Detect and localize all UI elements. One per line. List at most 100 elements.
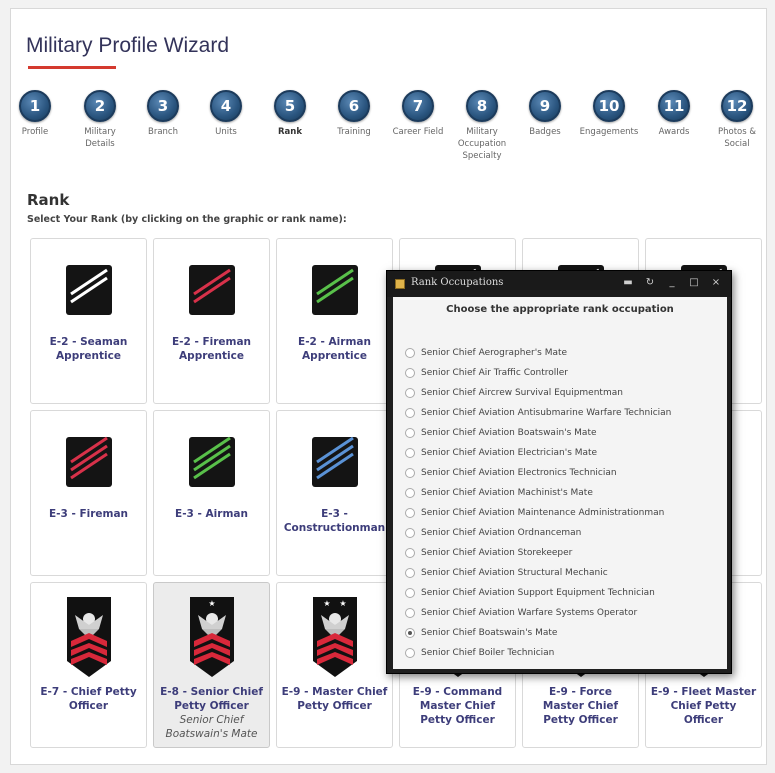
- rank-name[interactable]: E-8 - Senior Chief Petty Officer Senior C…: [158, 685, 265, 741]
- three-stripes-blue-icon[interactable]: [311, 436, 359, 488]
- step-4[interactable]: 4 Units: [195, 90, 257, 138]
- occupation-option[interactable]: Senior Chief Aviation Electronics Techni…: [405, 463, 671, 483]
- step-label: Rank: [278, 127, 302, 137]
- three-stripes-green-icon[interactable]: [188, 436, 236, 488]
- occupation-label: Senior Chief Aviation Machinist's Mate: [421, 488, 593, 498]
- radio-button[interactable]: [405, 608, 415, 618]
- occupation-option[interactable]: Senior Chief Aerographer's Mate: [405, 343, 671, 363]
- two-stripes-green-icon[interactable]: [311, 264, 359, 316]
- occupation-option[interactable]: Senior Chief Boiler Technician: [405, 643, 671, 663]
- occupation-option[interactable]: Senior Chief Aviation Warfare Systems Op…: [405, 603, 671, 623]
- occupation-option[interactable]: Senior Chief Boatswain's Mate: [405, 623, 671, 643]
- three-stripes-red-icon[interactable]: [65, 436, 113, 488]
- occupation-option[interactable]: Senior Chief Aviation Structural Mechani…: [405, 563, 671, 583]
- step-10[interactable]: 10 Engagements: [578, 90, 640, 138]
- rank-name[interactable]: E-2 - Fireman Apprentice: [158, 335, 265, 363]
- rank-tile[interactable]: ★ ★ E-9 - Master Chief Petty Officer: [276, 582, 393, 748]
- rank-tile[interactable]: ★ E-8 - Senior Chief Petty Officer Senior …: [153, 582, 270, 748]
- rank-name[interactable]: E-3 - Airman: [158, 507, 265, 521]
- radio-button[interactable]: [405, 468, 415, 478]
- occupation-label: Senior Chief Aviation Storekeeper: [421, 548, 573, 558]
- rank-tile[interactable]: E-2 - Seaman Apprentice: [30, 238, 147, 404]
- radio-button[interactable]: [405, 628, 415, 638]
- svg-text:★: ★: [323, 599, 330, 608]
- rank-name[interactable]: E-2 - Seaman Apprentice: [35, 335, 142, 363]
- occupation-list: Senior Chief Aerographer's Mate Senior Ch…: [405, 343, 671, 663]
- radio-button[interactable]: [405, 408, 415, 418]
- step-2[interactable]: 2 Military Details: [69, 90, 131, 150]
- occupation-option[interactable]: Senior Chief Aviation Support Equipment …: [405, 583, 671, 603]
- radio-button[interactable]: [405, 488, 415, 498]
- rank-name[interactable]: E-9 - Force Master Chief Petty Officer: [527, 685, 634, 727]
- step-9[interactable]: 9 Badges: [514, 90, 576, 138]
- radio-button[interactable]: [405, 368, 415, 378]
- eagle-chevrons-star-icon[interactable]: ★: [188, 595, 236, 679]
- close-icon[interactable]: ×: [709, 276, 723, 290]
- refresh-icon[interactable]: ↻: [643, 276, 657, 290]
- menu-icon[interactable]: ▬: [621, 276, 635, 290]
- radio-button[interactable]: [405, 428, 415, 438]
- eagle-chevrons-two-stars-icon[interactable]: ★ ★: [311, 595, 359, 679]
- occupation-option[interactable]: Senior Chief Aviation Maintenance Admini…: [405, 503, 671, 523]
- rank-tile[interactable]: E-7 - Chief Petty Officer: [30, 582, 147, 748]
- radio-button[interactable]: [405, 568, 415, 578]
- minimize-icon[interactable]: _: [665, 276, 679, 290]
- rank-name[interactable]: E-7 - Chief Petty Officer: [35, 685, 142, 713]
- occupation-option[interactable]: Senior Chief Aviation Boatswain's Mate: [405, 423, 671, 443]
- radio-button[interactable]: [405, 348, 415, 358]
- step-3[interactable]: 3 Branch: [132, 90, 194, 138]
- eagle-chevrons-icon[interactable]: [65, 595, 113, 679]
- dialog-body: Choose the appropriate rank occupation S…: [393, 297, 727, 669]
- rank-tile[interactable]: E-2 - Fireman Apprentice: [153, 238, 270, 404]
- radio-button[interactable]: [405, 588, 415, 598]
- occupation-option[interactable]: Senior Chief Aviation Machinist's Mate: [405, 483, 671, 503]
- rank-name-text: E-9 - Command Master Chief Petty Officer: [412, 686, 503, 726]
- occupation-option[interactable]: Senior Chief Aviation Antisubmarine Warf…: [405, 403, 671, 423]
- radio-button[interactable]: [405, 528, 415, 538]
- step-label: Units: [215, 127, 237, 137]
- rank-name[interactable]: E-9 - Master Chief Petty Officer: [281, 685, 388, 713]
- occupation-label: Senior Chief Air Traffic Controller: [421, 368, 568, 378]
- step-label: Badges: [529, 127, 561, 137]
- step-number-badge: 5: [274, 90, 306, 122]
- occupation-option[interactable]: Senior Chief Aviation Ordnanceman: [405, 523, 671, 543]
- occupation-label: Senior Chief Aviation Boatswain's Mate: [421, 428, 597, 438]
- rank-name-text: E-2 - Airman Apprentice: [298, 336, 371, 362]
- occupation-label: Senior Chief Aerographer's Mate: [421, 348, 568, 358]
- rank-tile[interactable]: E-3 - Airman: [153, 410, 270, 576]
- step-5[interactable]: 5 Rank: [259, 90, 321, 138]
- rank-name[interactable]: E-3 - Fireman: [35, 507, 142, 521]
- step-12[interactable]: 12 Photos & Social: [706, 90, 768, 150]
- two-stripes-white-icon[interactable]: [65, 264, 113, 316]
- rank-name-text: E-2 - Seaman Apprentice: [49, 336, 128, 362]
- occupation-option[interactable]: Senior Chief Aircrew Survival Equipmentm…: [405, 383, 671, 403]
- step-11[interactable]: 11 Awards: [643, 90, 705, 138]
- rank-name[interactable]: E-9 - Fleet Master Chief Petty Officer: [650, 685, 757, 727]
- dialog-titlebar[interactable]: Rank Occupations ▬ ↻ _ □ ×: [387, 271, 731, 297]
- rank-name[interactable]: E-2 - Airman Apprentice: [281, 335, 388, 363]
- step-6[interactable]: 6 Training: [323, 90, 385, 138]
- selected-occupation: Senior Chief Boatswain's Mate: [165, 714, 258, 740]
- rank-name-text: E-9 - Master Chief Petty Officer: [281, 686, 388, 712]
- step-8[interactable]: 8 Military Occupation Specialty: [451, 90, 513, 162]
- rank-name[interactable]: E-3 - Constructionman: [281, 507, 388, 535]
- occupation-option[interactable]: Senior Chief Aviation Storekeeper: [405, 543, 671, 563]
- radio-button[interactable]: [405, 448, 415, 458]
- maximize-icon[interactable]: □: [687, 276, 701, 290]
- radio-button[interactable]: [405, 648, 415, 658]
- occupation-option[interactable]: Senior Chief Aviation Electrician's Mate: [405, 443, 671, 463]
- radio-button[interactable]: [405, 508, 415, 518]
- two-stripes-red-icon[interactable]: [188, 264, 236, 316]
- step-1[interactable]: 1 Profile: [4, 90, 66, 138]
- dialog-title: Rank Occupations: [411, 277, 504, 288]
- rank-tile[interactable]: E-3 - Constructionman: [276, 410, 393, 576]
- rank-tile[interactable]: E-2 - Airman Apprentice: [276, 238, 393, 404]
- occupation-label: Senior Chief Aviation Electrician's Mate: [421, 448, 598, 458]
- radio-button[interactable]: [405, 388, 415, 398]
- title-underline: [28, 66, 116, 69]
- radio-button[interactable]: [405, 548, 415, 558]
- step-7[interactable]: 7 Career Field: [387, 90, 449, 138]
- occupation-option[interactable]: Senior Chief Air Traffic Controller: [405, 363, 671, 383]
- rank-name[interactable]: E-9 - Command Master Chief Petty Officer: [404, 685, 511, 727]
- rank-tile[interactable]: E-3 - Fireman: [30, 410, 147, 576]
